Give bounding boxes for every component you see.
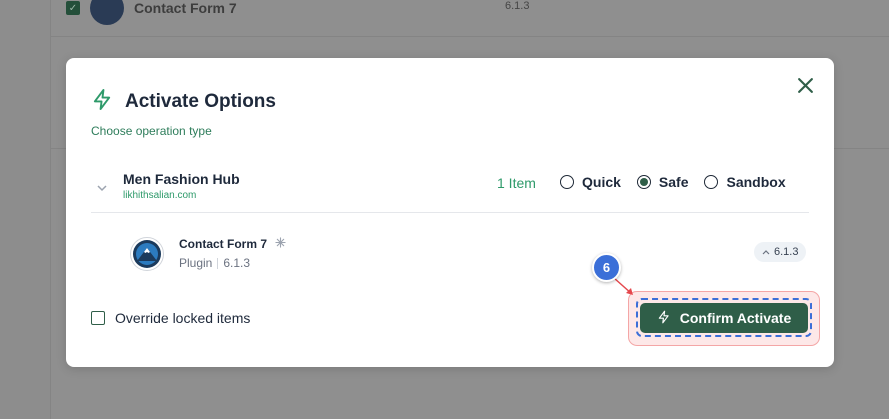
bolt-icon	[91, 88, 114, 116]
modal-subtitle: Choose operation type	[91, 124, 212, 138]
radio-safe[interactable]: Safe	[636, 174, 689, 190]
override-checkbox[interactable]	[91, 311, 105, 325]
operation-type-radio-group: Quick Safe Sandbox	[560, 174, 786, 190]
version-badge: 6.1.3	[754, 242, 807, 262]
background-plugin-row: ✓ Contact Form 7	[66, 0, 237, 25]
sparkle-icon	[275, 237, 286, 251]
meta-separator	[217, 257, 219, 269]
confirm-activate-label: Confirm Activate	[679, 310, 792, 326]
background-plugin-name: Contact Form 7	[134, 0, 237, 16]
step-number-badge: 6	[592, 253, 621, 282]
radio-sandbox[interactable]: Sandbox	[704, 174, 786, 190]
confirm-activate-button[interactable]: Confirm Activate	[640, 303, 808, 333]
radio-safe-label: Safe	[658, 174, 689, 190]
modal-title: Activate Options	[125, 91, 276, 112]
radio-quick-label: Quick	[582, 174, 621, 190]
radio-safe-circle[interactable]	[636, 175, 651, 189]
background-plugin-version: 6.1.3	[505, 0, 530, 12]
radio-sandbox-label: Sandbox	[726, 174, 786, 190]
plugin-version: 6.1.3	[223, 256, 251, 270]
plugin-row: Contact Form 7 Plugin 6.1.3 6.1.3	[130, 235, 807, 275]
modal-header: Activate Options	[91, 88, 276, 116]
background-checkbox: ✓	[66, 1, 80, 15]
radio-sandbox-circle[interactable]	[704, 175, 719, 189]
background-plugin-logo	[90, 0, 124, 25]
override-label: Override locked items	[115, 310, 251, 326]
plugin-name: Contact Form 7	[179, 237, 268, 251]
chevron-up-icon	[762, 246, 770, 258]
plugin-type: Plugin	[179, 256, 213, 270]
bolt-icon	[657, 310, 671, 327]
item-count: 1 Item	[497, 175, 536, 191]
site-row: Men Fashion Hub likhithsalian.com 1 Item…	[91, 160, 809, 212]
override-locked-items[interactable]: Override locked items	[91, 310, 250, 326]
site-url: likhithsalian.com	[123, 190, 197, 201]
mountain-logo-icon	[130, 237, 164, 271]
close-icon	[797, 77, 814, 99]
annotation-arrow	[613, 277, 633, 295]
plugin-name-row: Contact Form 7	[179, 237, 286, 251]
plugin-meta: Plugin 6.1.3	[179, 256, 250, 270]
close-button[interactable]	[794, 77, 816, 99]
divider	[91, 212, 809, 213]
chevron-down-icon[interactable]	[96, 179, 108, 197]
version-badge-text: 6.1.3	[774, 246, 799, 258]
radio-quick-circle[interactable]	[560, 175, 574, 189]
radio-quick[interactable]: Quick	[560, 174, 621, 190]
site-name: Men Fashion Hub	[123, 171, 240, 187]
